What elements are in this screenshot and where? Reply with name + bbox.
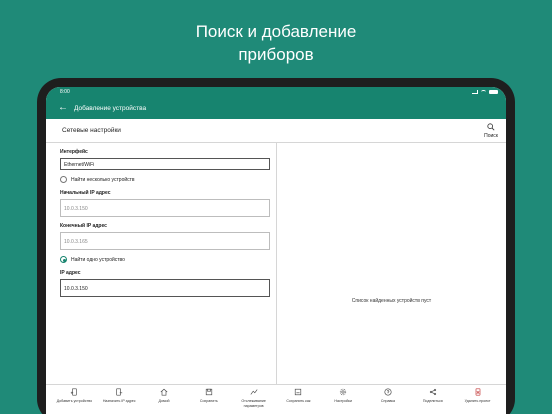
bottom-toolbar: Добавить устройство Назначить IP адрес Д… xyxy=(46,384,506,414)
toolbar-share[interactable]: Поделиться xyxy=(410,388,455,414)
device-add-icon xyxy=(71,388,78,396)
toolbar-label: Домой xyxy=(158,399,170,403)
back-arrow-icon[interactable]: ← xyxy=(58,103,68,113)
search-label: Поиск xyxy=(484,132,498,139)
save-icon xyxy=(205,388,212,396)
toolbar-settings[interactable]: Настройки xyxy=(321,388,366,414)
toolbar-help[interactable]: Справка xyxy=(366,388,411,414)
toolbar-label: Сохранить как xyxy=(286,399,311,403)
find-single-label: Найти одно устройство xyxy=(71,256,125,263)
status-icons xyxy=(472,90,498,94)
app-bar-title: Добавление устройства xyxy=(74,104,147,112)
main-content: Интерфейс Ethernet/WiFi Найти несколько … xyxy=(46,143,506,384)
empty-list-message: Список найденных устройств пуст xyxy=(351,298,432,304)
toolbar-label: Настройки xyxy=(334,399,352,403)
help-icon xyxy=(384,388,392,396)
end-ip-label: Конечный IP адрес xyxy=(60,223,107,229)
save-as-icon xyxy=(295,388,302,396)
ip-label: IP адрес xyxy=(60,270,81,276)
found-devices-panel: Список найденных устройств пуст xyxy=(277,143,506,384)
find-multiple-label: Найти несколько устройств xyxy=(71,176,135,183)
tablet-frame: 8:00 ← Добавление устройства Сетевые нас… xyxy=(37,78,515,414)
promo-line-2: приборов xyxy=(238,45,314,64)
find-single-option[interactable]: Найти одно устройство xyxy=(60,256,270,263)
share-icon xyxy=(429,388,436,396)
wifi-icon xyxy=(481,90,486,94)
toolbar-tracking[interactable]: Отслеживание параметров xyxy=(231,388,276,414)
interface-select[interactable]: Ethernet/WiFi xyxy=(60,158,270,170)
toolbar-save[interactable]: Сохранить xyxy=(186,388,231,414)
toolbar-label: Поделиться xyxy=(422,399,443,403)
app-screen: 8:00 ← Добавление устройства Сетевые нас… xyxy=(46,87,506,414)
search-button[interactable]: Поиск xyxy=(484,122,498,139)
toolbar-label: Справка xyxy=(380,399,396,403)
status-bar: 8:00 xyxy=(46,87,506,97)
toolbar-label: Удалить проект xyxy=(464,399,491,403)
start-ip-label: Начальный IP адрес xyxy=(60,190,111,196)
toolbar-save-as[interactable]: Сохранить как xyxy=(276,388,321,414)
ip-field[interactable]: 10.0.3.150 xyxy=(60,279,270,297)
gear-icon xyxy=(340,388,347,396)
battery-icon xyxy=(489,90,498,94)
section-title: Сетевые настройки xyxy=(62,127,121,134)
interface-label: Интерфейс xyxy=(60,149,88,155)
toolbar-label: Отслеживание параметров xyxy=(241,399,266,408)
toolbar-label: Сохранить xyxy=(199,399,218,403)
assign-ip-icon xyxy=(116,388,123,396)
toolbar-assign-ip[interactable]: Назначить IP адрес xyxy=(97,388,142,414)
network-settings-form: Интерфейс Ethernet/WiFi Найти несколько … xyxy=(46,143,277,384)
end-ip-field[interactable]: 10.0.3.165 xyxy=(60,232,270,250)
search-icon xyxy=(487,122,495,130)
promo-headline: Поиск и добавление приборов xyxy=(0,20,552,66)
signal-icon xyxy=(472,90,478,94)
tracking-icon xyxy=(250,389,258,395)
toolbar-label: Добавить устройство xyxy=(56,399,93,403)
section-header: Сетевые настройки Поиск xyxy=(46,119,506,143)
find-multiple-option[interactable]: Найти несколько устройств xyxy=(60,176,270,183)
toolbar-home[interactable]: Домой xyxy=(142,388,187,414)
status-time: 8:00 xyxy=(60,89,70,95)
radio-multiple[interactable] xyxy=(60,176,67,183)
start-ip-field[interactable]: 10.0.3.150 xyxy=(60,199,270,217)
toolbar-delete-project[interactable]: Удалить проект xyxy=(455,388,500,414)
promo-line-1: Поиск и добавление xyxy=(195,22,357,41)
radio-single[interactable] xyxy=(60,256,67,263)
toolbar-label: Назначить IP адрес xyxy=(102,399,136,403)
toolbar-add-device[interactable]: Добавить устройство xyxy=(52,388,97,414)
home-icon xyxy=(160,388,168,396)
app-bar: ← Добавление устройства xyxy=(46,97,506,119)
delete-project-icon xyxy=(475,388,480,396)
